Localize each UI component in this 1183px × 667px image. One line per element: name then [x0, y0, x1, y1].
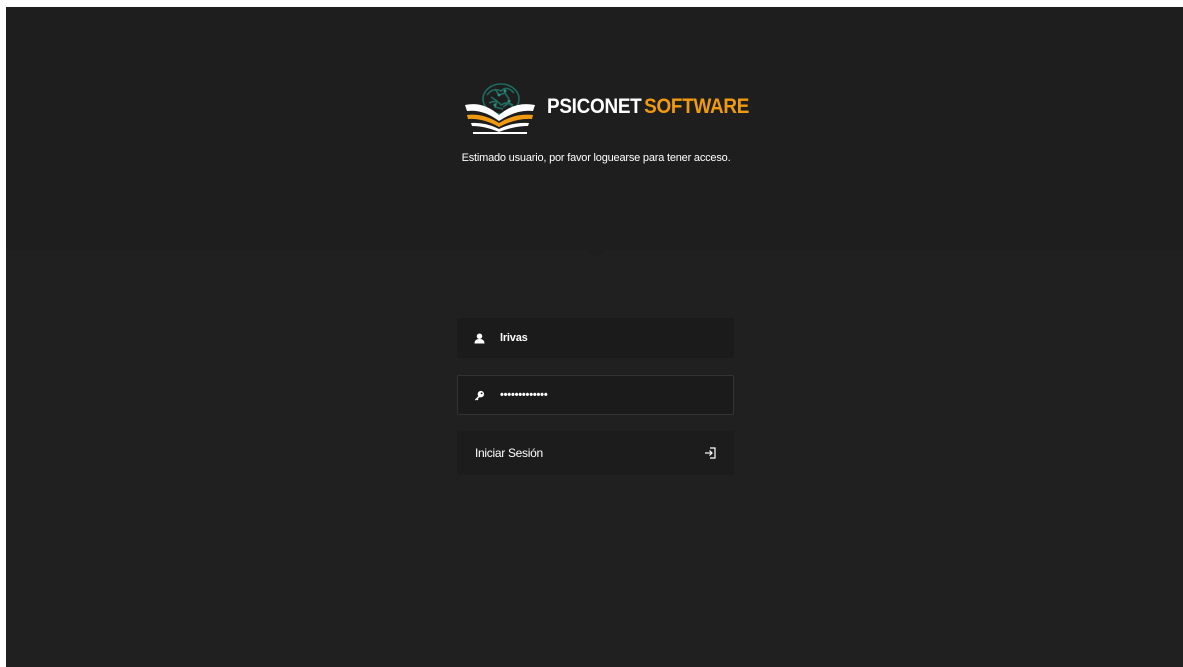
book-brain-logo-icon	[465, 83, 535, 134]
password-input[interactable]	[500, 385, 720, 405]
brand-name: PSICONET SOFTWARE	[547, 95, 749, 119]
username-input[interactable]	[500, 328, 720, 348]
key-icon	[471, 387, 487, 403]
login-header: PSICONET SOFTWARE Estimado usuario, por …	[6, 7, 1183, 250]
brand-name-primary: PSICONET	[547, 95, 642, 118]
login-instructions: Estimado usuario, por favor loguearse pa…	[461, 152, 731, 164]
login-page: PSICONET SOFTWARE Estimado usuario, por …	[6, 7, 1183, 667]
user-icon	[471, 330, 487, 346]
login-button-label: Iniciar Sesión	[475, 446, 543, 460]
brand-name-accent: SOFTWARE	[644, 95, 750, 118]
brand-logo: PSICONET SOFTWARE	[457, 77, 749, 137]
sign-in-icon	[704, 446, 718, 460]
password-field[interactable]	[457, 375, 734, 415]
username-field[interactable]	[457, 318, 734, 358]
login-button[interactable]: Iniciar Sesión	[457, 431, 734, 475]
header-pointer	[586, 250, 606, 258]
